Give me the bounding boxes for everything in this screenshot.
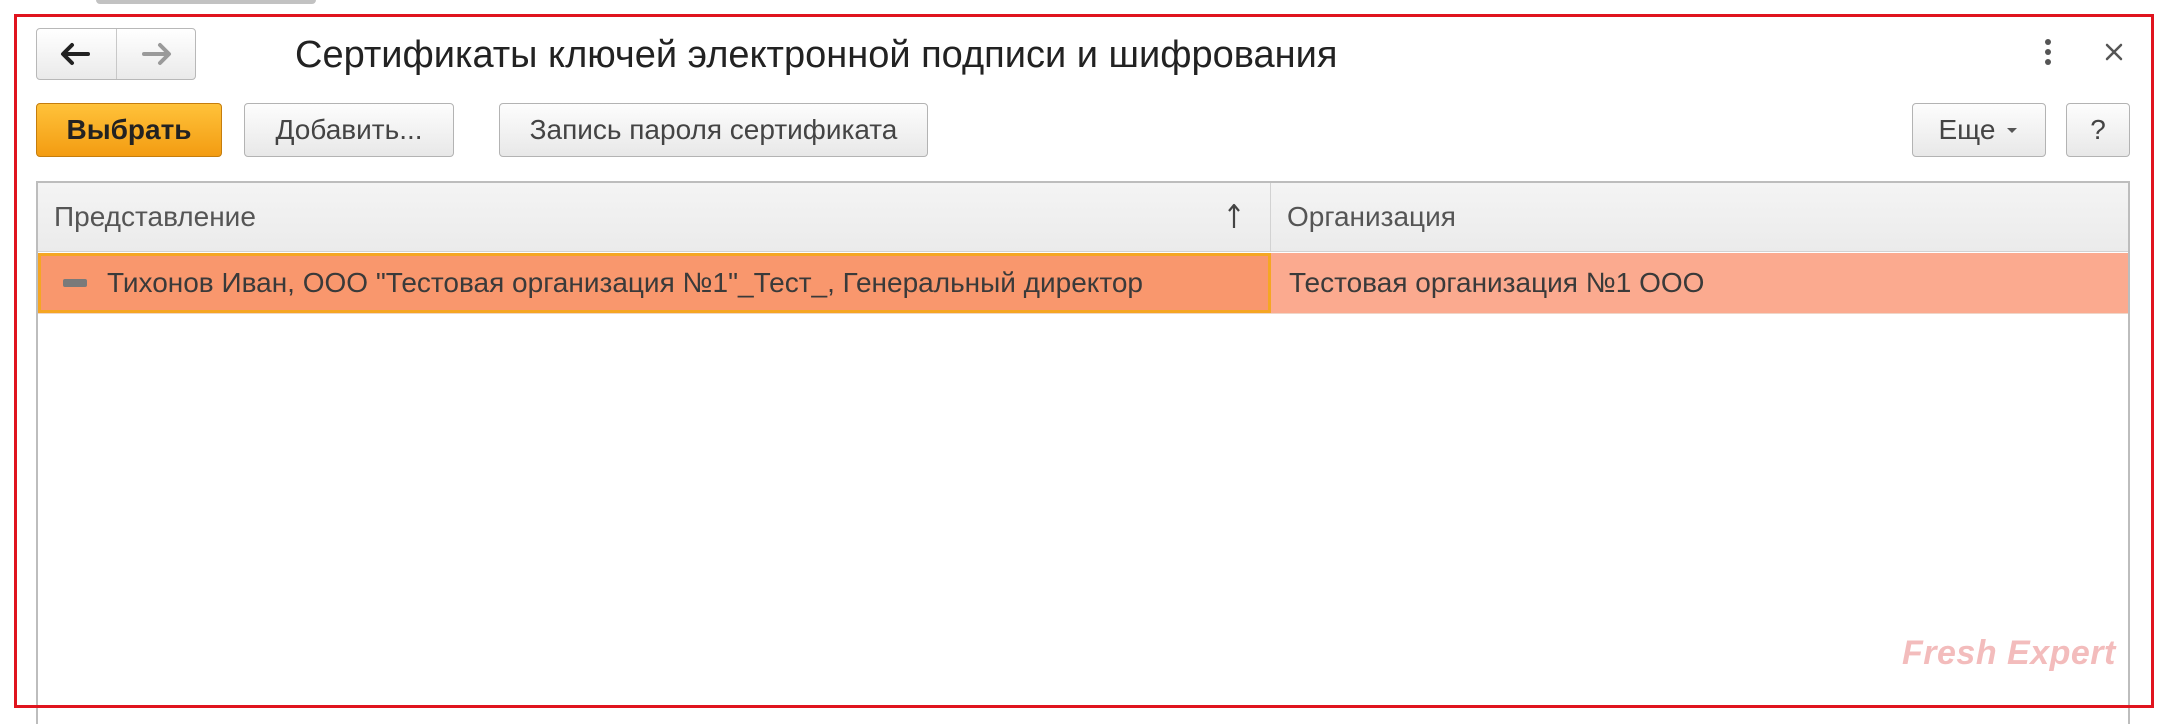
help-button[interactable]: ? [2066, 103, 2130, 157]
cell-organization[interactable]: Тестовая организация №1 ООО [1271, 253, 2128, 313]
back-button[interactable] [37, 29, 116, 79]
column-header-organization[interactable]: Организация [1271, 183, 2128, 251]
navigation-buttons [36, 28, 196, 80]
cell-organization-text: Тестовая организация №1 ООО [1289, 267, 1705, 298]
more-menu-button[interactable]: Еще [1912, 103, 2046, 157]
column-header-presentation[interactable]: Представление [38, 183, 1271, 251]
vertical-ellipsis-icon [2045, 39, 2051, 65]
close-icon [2105, 43, 2123, 61]
more-actions-button[interactable] [2030, 34, 2066, 70]
certificate-password-button[interactable]: Запись пароля сертификата [499, 103, 928, 157]
column-header-label: Организация [1287, 201, 1456, 232]
certificate-icon [63, 279, 87, 287]
table-header: Представление Организация [38, 183, 2128, 252]
window-title: Сертификаты ключей электронной подписи и… [295, 34, 1338, 76]
cell-presentation[interactable]: Тихонов Иван, ООО "Тестовая организация … [38, 253, 1271, 313]
background-window-edge [96, 0, 316, 4]
add-button[interactable]: Добавить... [244, 103, 454, 157]
arrow-left-icon [61, 43, 91, 65]
more-menu-label: Еще [1938, 114, 1996, 145]
close-button[interactable] [2096, 34, 2132, 70]
table-row[interactable]: Тихонов Иван, ООО "Тестовая организация … [38, 253, 2128, 314]
arrow-right-icon [141, 43, 171, 65]
chevron-down-icon [2007, 128, 2018, 133]
select-button[interactable]: Выбрать [36, 103, 222, 157]
column-header-label: Представление [54, 201, 256, 232]
certificates-table: Представление Организация Тихонов Иван, … [36, 181, 2130, 724]
cell-presentation-text: Тихонов Иван, ООО "Тестовая организация … [107, 267, 1143, 298]
sort-ascending-icon [1228, 203, 1240, 228]
watermark: Fresh Expert [1902, 634, 2116, 672]
forward-button[interactable] [115, 29, 196, 79]
